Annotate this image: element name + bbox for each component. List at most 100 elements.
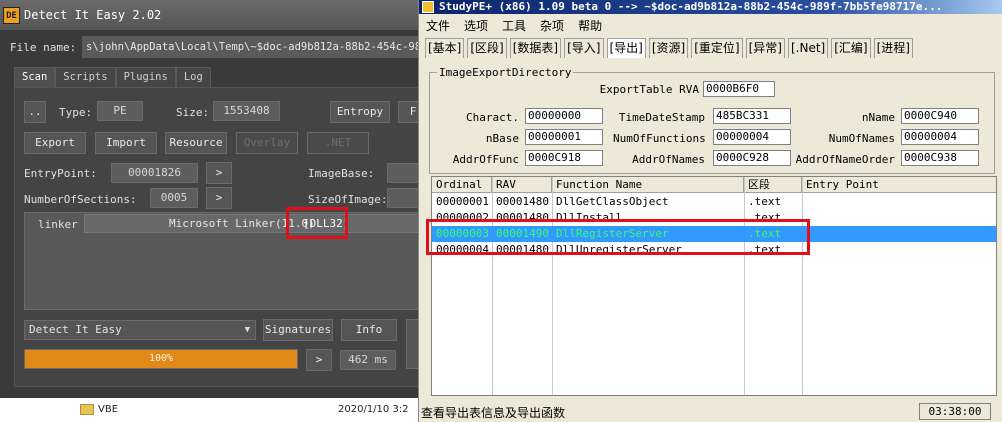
numoffunctions-label: NumOfFunctions	[613, 132, 706, 145]
sizeofimage-field[interactable]	[387, 188, 419, 208]
extra-button[interactable]: F	[398, 101, 419, 123]
tab-basic[interactable]: [基本]	[425, 38, 465, 58]
menu-misc[interactable]: 杂项	[533, 16, 571, 36]
info-button[interactable]: Info	[341, 319, 397, 341]
table-header: Ordinal RAV Function Name 区段 Entry Point	[432, 177, 996, 193]
timedatestamp-field[interactable]: 485BC331	[713, 108, 791, 124]
menu-tools[interactable]: 工具	[495, 16, 533, 36]
folder-date: 2020/1/10 3:2	[338, 404, 409, 415]
chevron-down-icon: ▼	[244, 325, 250, 335]
detect-it-easy-window: DE Detect It Easy 2.02 File name: s\john…	[0, 0, 420, 398]
tab-disassembly[interactable]: [汇编]	[831, 38, 871, 58]
more-button[interactable]: ..	[24, 101, 46, 123]
scan-time-field: 462 ms	[340, 350, 396, 370]
highlight-box-selected-row	[426, 219, 810, 255]
addrofnames-field[interactable]: 0000C928	[713, 150, 791, 166]
tab-sections[interactable]: [区段]	[467, 38, 507, 58]
studype-window: StudyPE+ (x86) 1.09 beta 0 --> ~$doc-ad9…	[418, 0, 1002, 422]
menu-help[interactable]: 帮助	[571, 16, 609, 36]
column-section[interactable]: 区段	[744, 177, 802, 193]
folder-icon	[80, 404, 94, 415]
spe-tab-bar: [基本] [区段] [数据表] [导入] [导出] [资源] [重定位] [异常…	[425, 38, 916, 58]
table-row[interactable]: 00000001 00001480 DllGetClassObject .tex…	[432, 194, 996, 210]
numofnames-field[interactable]: 00000004	[901, 129, 979, 145]
die-tab-bar: Scan Scripts Plugins Log	[14, 67, 211, 87]
tab-relocations[interactable]: [重定位]	[691, 38, 743, 58]
tab-imports[interactable]: [导入]	[564, 38, 604, 58]
addrofnames-label: AddrOfNames	[632, 153, 705, 166]
folder-name[interactable]: VBE	[98, 404, 118, 415]
spe-titlebar[interactable]: StudyPE+ (x86) 1.09 beta 0 --> ~$doc-ad9…	[419, 0, 1002, 14]
nbase-field[interactable]: 00000001	[525, 129, 603, 145]
column-rav[interactable]: RAV	[492, 177, 552, 193]
import-button[interactable]: Import	[95, 132, 157, 154]
tab-plugins[interactable]: Plugins	[115, 67, 176, 87]
overlay-button[interactable]: Overlay	[236, 132, 298, 154]
menu-options[interactable]: 选项	[457, 16, 495, 36]
file-name-field[interactable]: s\john\AppData\Local\Temp\~$doc-ad9b812a…	[82, 36, 419, 58]
signatures-button[interactable]: Signatures	[263, 319, 333, 341]
cell-entry-point	[802, 194, 806, 210]
tab-dotnet[interactable]: [.Net]	[788, 38, 829, 58]
column-entry-point[interactable]: Entry Point	[802, 177, 996, 193]
column-ordinal[interactable]: Ordinal	[432, 177, 492, 193]
addrofnameorder-field[interactable]: 0000C938	[901, 150, 979, 166]
entrypoint-field[interactable]: 00001826	[111, 163, 198, 183]
export-directory-label: ImageExportDirectory	[437, 66, 574, 79]
scan-progress-bar: 100%	[24, 349, 298, 369]
export-functions-table: Ordinal RAV Function Name 区段 Entry Point…	[431, 176, 997, 396]
net-button[interactable]: .NET	[307, 132, 369, 154]
tab-scan[interactable]: Scan	[14, 67, 56, 87]
type-field[interactable]: PE	[97, 101, 143, 121]
menu-file[interactable]: 文件	[419, 16, 457, 36]
numofnames-label: NumOfNames	[828, 132, 895, 145]
type-label: Type:	[59, 106, 93, 119]
tab-data-directories[interactable]: [数据表]	[509, 38, 562, 58]
status-time: 03:38:00	[919, 403, 991, 420]
size-field[interactable]: 1553408	[213, 101, 280, 121]
column-function-name[interactable]: Function Name	[552, 177, 744, 193]
spe-window-title: StudyPE+ (x86) 1.09 beta 0 --> ~$doc-ad9…	[439, 0, 943, 13]
database-select[interactable]: Detect It Easy ▼	[24, 320, 256, 340]
nname-label: nName	[861, 111, 895, 124]
export-table-rva-field[interactable]: 0000B6F0	[703, 81, 775, 97]
imagebase-label: ImageBase:	[308, 167, 375, 180]
tab-exports[interactable]: [导出]	[606, 38, 646, 58]
imagebase-field[interactable]	[387, 163, 419, 183]
entrypoint-label: EntryPoint:	[24, 167, 97, 180]
spe-menu-bar: 文件 选项 工具 杂项 帮助	[419, 16, 609, 36]
addroffunc-field[interactable]: 0000C918	[525, 150, 603, 166]
cell-section: .text	[748, 195, 782, 208]
progress-arrow-button[interactable]: >	[306, 349, 332, 371]
addroffunc-label: AddrOfFunc	[452, 153, 519, 166]
numoffunctions-field[interactable]: 00000004	[713, 129, 791, 145]
timedatestamp-label: TimeDateStamp	[618, 111, 705, 124]
tab-process[interactable]: [进程]	[873, 38, 913, 58]
die-window-title: Detect It Easy 2.02	[24, 8, 162, 22]
sections-arrow-button[interactable]: >	[206, 187, 232, 209]
export-button[interactable]: Export	[24, 132, 86, 154]
tab-log[interactable]: Log	[175, 67, 211, 87]
file-name-label: File name:	[10, 41, 77, 54]
resource-button[interactable]: Resource	[165, 132, 227, 154]
cell-rav: 00001480	[496, 195, 549, 208]
signature-value[interactable]: Microsoft Linker(11.0) [DLL32]	[84, 214, 419, 233]
tab-scripts[interactable]: Scripts	[55, 67, 116, 87]
sections-label: NumberOfSections:	[24, 193, 137, 206]
charact-label: Charact.	[466, 111, 519, 124]
die-titlebar[interactable]: DE Detect It Easy 2.02	[0, 0, 419, 30]
studype-app-icon	[422, 1, 434, 13]
database-select-value: Detect It Easy	[29, 323, 122, 336]
addrofnameorder-label: AddrOfNameOrder	[795, 153, 895, 166]
nbase-label: nBase	[485, 132, 519, 145]
cell-function-name: DllGetClassObject	[556, 195, 669, 208]
highlight-box-dll32	[286, 207, 348, 239]
cell-ordinal: 00000001	[436, 195, 489, 208]
entropy-button[interactable]: Entropy	[330, 101, 390, 123]
tab-resources[interactable]: [资源]	[648, 38, 689, 58]
sections-field[interactable]: 0005	[150, 188, 198, 208]
tab-exceptions[interactable]: [异常]	[745, 38, 785, 58]
charact-field[interactable]: 00000000	[525, 108, 603, 124]
entrypoint-arrow-button[interactable]: >	[206, 162, 232, 184]
nname-field[interactable]: 0000C940	[901, 108, 979, 124]
